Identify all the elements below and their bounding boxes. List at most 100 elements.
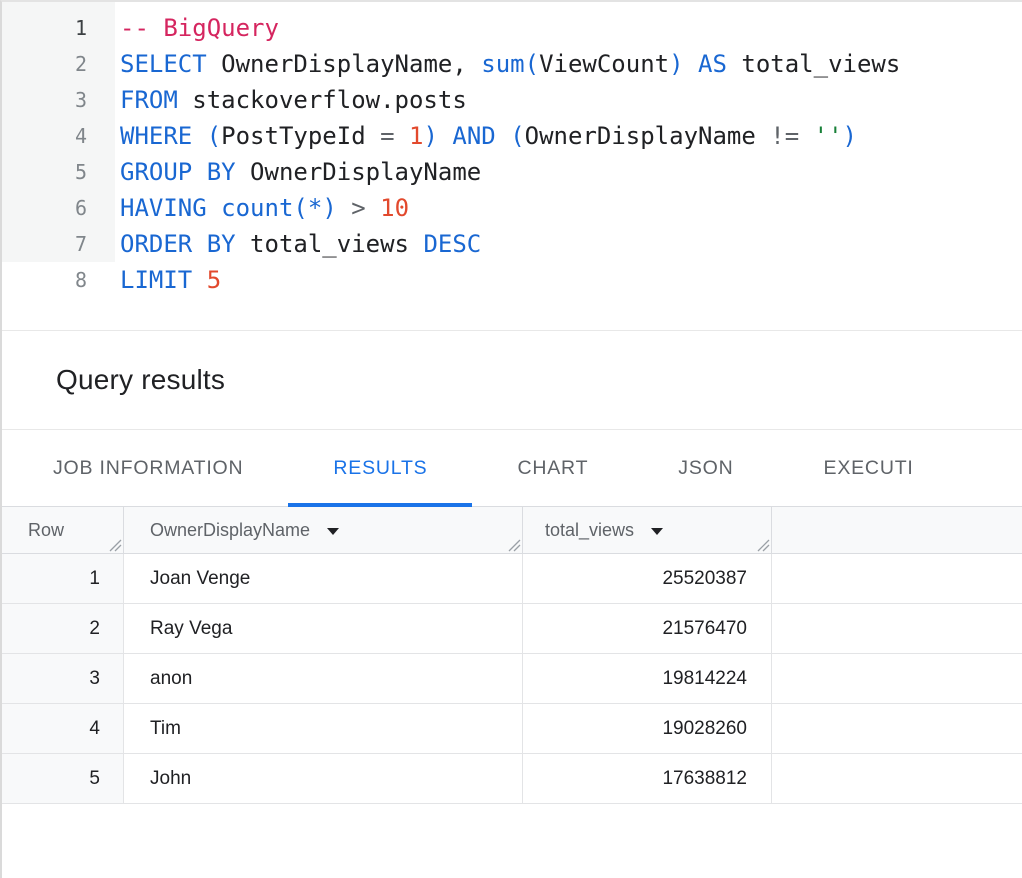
bigquery-results-panel: 1 -- BigQuery 2 SELECT OwnerDisplayName,… — [0, 0, 1022, 878]
tab-executi[interactable]: EXECUTI — [779, 430, 959, 506]
tab-label: EXECUTI — [824, 457, 914, 480]
code-token-bracket: ) — [322, 194, 336, 222]
cell-owner-display-name: Tim — [124, 704, 523, 753]
code-token-plain — [684, 50, 698, 78]
code-line[interactable]: 2 SELECT OwnerDisplayName, sum(ViewCount… — [2, 46, 1022, 82]
cell-filler — [772, 554, 1022, 603]
sort-dropdown-icon[interactable] — [327, 528, 339, 535]
code-token-keyword: FROM — [120, 86, 178, 114]
code-token-plain: OwnerDisplayName — [236, 158, 482, 186]
code-token-operator: > — [351, 194, 380, 222]
cell-owner-display-name: Ray Vega — [124, 604, 523, 653]
code-line[interactable]: 5 GROUP BY OwnerDisplayName — [2, 154, 1022, 190]
bottom-whitespace — [2, 804, 1022, 874]
code-token-keyword: HAVING — [120, 194, 207, 222]
sql-editor[interactable]: 1 -- BigQuery 2 SELECT OwnerDisplayName,… — [2, 2, 1022, 331]
code-text[interactable]: WHERE (PostTypeId = 1) AND (OwnerDisplay… — [87, 122, 857, 150]
code-token-plain — [496, 122, 510, 150]
results-table-header: Row OwnerDisplayName total_views — [2, 507, 1022, 554]
column-label: Row — [28, 520, 64, 541]
code-token-plain — [192, 266, 206, 294]
code-token-keyword: DESC — [423, 230, 481, 258]
cell-owner-display-name: anon — [124, 654, 523, 703]
page-title: Query results — [56, 364, 225, 396]
cell-filler — [772, 604, 1022, 653]
tab-json[interactable]: JSON — [633, 430, 778, 506]
code-token-keyword: sum — [481, 50, 524, 78]
code-token-string: '' — [814, 122, 843, 150]
cell-row-number: 2 — [2, 604, 124, 653]
code-line[interactable]: 1 -- BigQuery — [2, 10, 1022, 46]
cell-total-views: 19814224 — [523, 654, 772, 703]
column-resize-icon[interactable] — [755, 537, 770, 552]
column-header-total-views[interactable]: total_views — [523, 507, 772, 553]
tab-results[interactable]: RESULTS — [288, 430, 472, 506]
tab-label: RESULTS — [333, 457, 427, 480]
cell-row-number: 3 — [2, 654, 124, 703]
code-line[interactable]: 6 HAVING count(*) > 10 — [2, 190, 1022, 226]
code-token-plain — [438, 122, 452, 150]
code-line[interactable]: 3 FROM stackoverflow.posts — [2, 82, 1022, 118]
line-number: 1 — [2, 16, 87, 40]
column-label: OwnerDisplayName — [150, 520, 310, 541]
code-text[interactable]: HAVING count(*) > 10 — [87, 194, 409, 222]
sort-dropdown-icon[interactable] — [651, 528, 663, 535]
code-text[interactable]: -- BigQuery — [87, 14, 279, 42]
code-token-keyword: AND — [452, 122, 495, 150]
results-table-body: 1 Joan Venge 25520387 2 Ray Vega 2157647… — [2, 554, 1022, 804]
column-resize-icon[interactable] — [506, 537, 521, 552]
code-token-plain: total_views — [727, 50, 900, 78]
table-row: 3 anon 19814224 — [2, 654, 1022, 704]
cell-owner-display-name: John — [124, 754, 523, 803]
code-token-plain: total_views — [236, 230, 424, 258]
code-line[interactable]: 4 WHERE (PostTypeId = 1) AND (OwnerDispl… — [2, 118, 1022, 154]
code-token-keyword: * — [308, 194, 322, 222]
code-text[interactable]: SELECT OwnerDisplayName, sum(ViewCount) … — [87, 50, 900, 78]
cell-total-views: 19028260 — [523, 704, 772, 753]
tab-job-information[interactable]: JOB INFORMATION — [8, 430, 288, 506]
line-number: 5 — [2, 160, 87, 184]
code-token-plain — [192, 122, 206, 150]
sql-code[interactable]: 1 -- BigQuery 2 SELECT OwnerDisplayName,… — [2, 2, 1022, 298]
line-number: 3 — [2, 88, 87, 112]
code-token-plain: OwnerDisplayName, — [207, 50, 482, 78]
tab-label: JOB INFORMATION — [53, 457, 243, 480]
code-line[interactable]: 8 LIMIT 5 — [2, 262, 1022, 298]
column-header-filler — [772, 507, 1022, 553]
cell-filler — [772, 754, 1022, 803]
code-token-keyword: GROUP BY — [120, 158, 236, 186]
code-token-bracket: ( — [510, 122, 524, 150]
column-header-ownerdisplayname[interactable]: OwnerDisplayName — [124, 507, 523, 553]
cell-total-views: 25520387 — [523, 554, 772, 603]
code-token-bracket: ( — [207, 122, 221, 150]
table-row: 2 Ray Vega 21576470 — [2, 604, 1022, 654]
results-tab-bar: JOB INFORMATION RESULTS CHART JSON EXECU… — [2, 430, 1022, 507]
code-token-bracket: ( — [525, 50, 539, 78]
code-token-keyword: ORDER BY — [120, 230, 236, 258]
code-token-number: 5 — [207, 266, 221, 294]
code-token-bracket: ) — [423, 122, 437, 150]
code-text[interactable]: GROUP BY OwnerDisplayName — [87, 158, 481, 186]
code-token-plain: stackoverflow.posts — [178, 86, 467, 114]
code-token-keyword: AS — [698, 50, 727, 78]
line-number: 6 — [2, 196, 87, 220]
code-token-keyword: LIMIT — [120, 266, 192, 294]
cell-filler — [772, 704, 1022, 753]
column-label: total_views — [545, 520, 634, 541]
code-token-comment: -- BigQuery — [120, 14, 279, 42]
code-text[interactable]: LIMIT 5 — [87, 266, 221, 294]
table-row: 5 John 17638812 — [2, 754, 1022, 804]
tab-chart[interactable]: CHART — [472, 430, 633, 506]
code-token-number: 10 — [380, 194, 409, 222]
code-token-operator: != — [770, 122, 813, 150]
query-results-header: Query results — [2, 331, 1022, 430]
column-resize-icon[interactable] — [107, 537, 122, 552]
code-token-bracket: ) — [669, 50, 683, 78]
code-token-plain — [207, 194, 221, 222]
code-text[interactable]: ORDER BY total_views DESC — [87, 230, 481, 258]
code-text[interactable]: FROM stackoverflow.posts — [87, 86, 467, 114]
line-number: 7 — [2, 232, 87, 256]
code-token-bracket: ) — [843, 122, 857, 150]
line-number: 4 — [2, 124, 87, 148]
code-line[interactable]: 7 ORDER BY total_views DESC — [2, 226, 1022, 262]
